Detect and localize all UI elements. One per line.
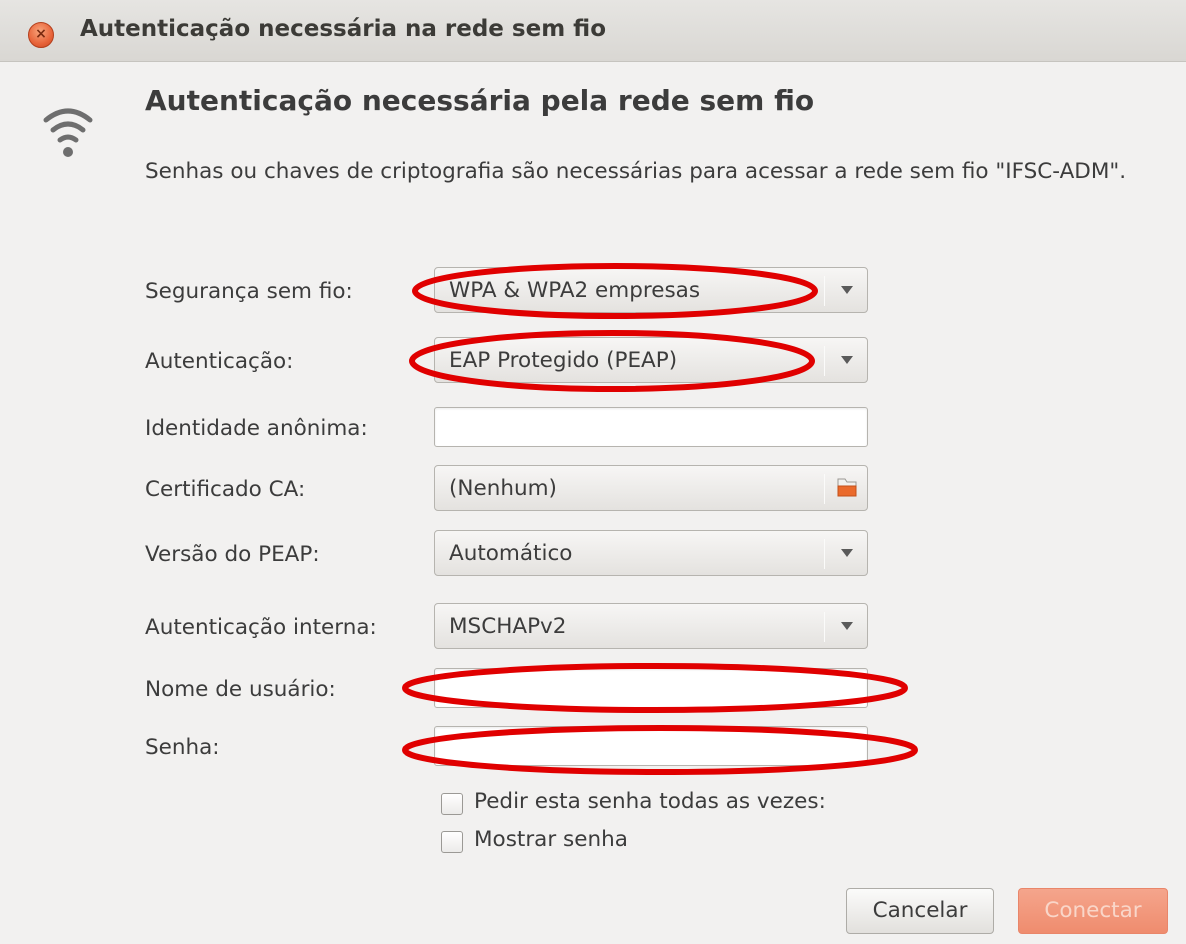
- show-password-label[interactable]: Mostrar senha: [474, 827, 628, 852]
- cancel-button[interactable]: Cancelar: [846, 888, 994, 934]
- peap-version-value: Automático: [449, 541, 573, 566]
- dialog-description: Senhas ou chaves de criptografia são nec…: [145, 159, 1127, 184]
- security-combo[interactable]: WPA & WPA2 empresas: [434, 267, 868, 313]
- inner-authentication-combo[interactable]: MSCHAPv2: [434, 603, 868, 649]
- ca-certificate-label: Certificado CA:: [145, 477, 306, 502]
- security-value: WPA & WPA2 empresas: [449, 278, 701, 303]
- connect-button[interactable]: Conectar: [1018, 888, 1168, 934]
- chevron-down-icon: [841, 549, 853, 557]
- inner-authentication-value: MSCHAPv2: [449, 614, 567, 639]
- chevron-down-icon: [841, 356, 853, 364]
- chevron-down-icon: [841, 622, 853, 630]
- wifi-icon: [43, 108, 93, 157]
- combo-separator: [824, 612, 825, 642]
- ask-password-checkbox[interactable]: [441, 793, 463, 815]
- combo-separator: [824, 276, 825, 306]
- show-password-checkbox[interactable]: [441, 831, 463, 853]
- window-title: Autenticação necessária na rede sem fio: [80, 16, 607, 42]
- security-label: Segurança sem fio:: [145, 279, 353, 304]
- dialog-heading: Autenticação necessária pela rede sem fi…: [145, 84, 815, 117]
- button-separator: [824, 474, 825, 504]
- password-field[interactable]: [434, 726, 868, 766]
- folder-icon: [837, 478, 857, 497]
- close-icon[interactable]: ×: [28, 22, 54, 48]
- username-label: Nome de usuário:: [145, 677, 336, 702]
- ask-password-label[interactable]: Pedir esta senha todas as vezes:: [474, 789, 826, 814]
- anonymous-identity-field[interactable]: [434, 407, 868, 447]
- peap-version-combo[interactable]: Automático: [434, 530, 868, 576]
- username-field[interactable]: [434, 668, 868, 708]
- title-bar: × Autenticação necessária na rede sem fi…: [0, 0, 1186, 62]
- anonymous-identity-label: Identidade anônima:: [145, 416, 368, 441]
- inner-authentication-label: Autenticação interna:: [145, 615, 377, 640]
- password-label: Senha:: [145, 735, 220, 760]
- ca-certificate-value: (Nenhum): [449, 476, 557, 501]
- peap-version-label: Versão do PEAP:: [145, 542, 320, 567]
- authentication-combo[interactable]: EAP Protegido (PEAP): [434, 337, 868, 383]
- ca-certificate-button[interactable]: (Nenhum): [434, 465, 868, 511]
- combo-separator: [824, 346, 825, 376]
- combo-separator: [824, 539, 825, 569]
- chevron-down-icon: [841, 286, 853, 294]
- authentication-value: EAP Protegido (PEAP): [449, 348, 678, 373]
- authentication-label: Autenticação:: [145, 349, 294, 374]
